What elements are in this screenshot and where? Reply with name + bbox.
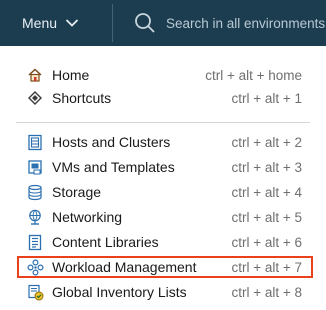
menu-item-label: Storage	[52, 184, 102, 200]
menu-item-label: VMs and Templates	[52, 159, 175, 175]
topbar-divider	[112, 4, 113, 42]
content-libraries-icon	[26, 233, 44, 251]
menu-item-shortcuts[interactable]: Shortcuts ctrl + alt + 1	[0, 86, 326, 110]
storage-icon	[26, 183, 44, 201]
workload-management-icon	[26, 258, 44, 276]
menu-label: Menu	[22, 15, 58, 31]
global-search-field[interactable]: Search in all environments	[134, 10, 325, 36]
global-inventory-icon	[26, 283, 44, 301]
menu-item-shortcut: ctrl + alt + 7	[231, 259, 302, 275]
menu-item-shortcut: ctrl + alt + 8	[231, 284, 302, 300]
menu-item-label: Content Libraries	[52, 234, 159, 250]
top-navigation-bar: Menu Search in all environments	[0, 0, 326, 46]
home-icon	[26, 66, 44, 84]
menu-item-label: Workload Management	[52, 259, 197, 275]
main-menu-dropdown: Home ctrl + alt + home Shortcuts ctrl + …	[0, 46, 326, 310]
menu-item-label: Global Inventory Lists	[52, 284, 187, 300]
menu-item-label: Hosts and Clusters	[52, 134, 171, 150]
menu-item-label: Networking	[52, 209, 123, 225]
menu-separator	[16, 122, 310, 123]
menu-item-shortcut: ctrl + alt + 3	[231, 159, 302, 175]
menu-item-networking[interactable]: Networking ctrl + alt + 5	[0, 205, 326, 229]
menu-item-home[interactable]: Home ctrl + alt + home	[0, 63, 326, 87]
menu-item-shortcut: ctrl + alt + home	[205, 67, 302, 83]
menu-item-hosts-and-clusters[interactable]: Hosts and Clusters ctrl + alt + 2	[0, 130, 326, 154]
menu-item-vms-and-templates[interactable]: VMs and Templates ctrl + alt + 3	[0, 155, 326, 179]
menu-item-label: Home	[52, 67, 90, 83]
menu-item-shortcut: ctrl + alt + 4	[231, 184, 302, 200]
chevron-down-icon	[65, 18, 79, 28]
vms-templates-icon	[26, 158, 44, 176]
hosts-clusters-icon	[26, 133, 44, 151]
menu-item-shortcut: ctrl + alt + 5	[231, 209, 302, 225]
menu-item-global-inventory-lists[interactable]: Global Inventory Lists ctrl + alt + 8	[0, 280, 326, 304]
shortcuts-icon	[26, 89, 44, 107]
menu-item-shortcut: ctrl + alt + 6	[231, 234, 302, 250]
menu-item-shortcut: ctrl + alt + 2	[231, 134, 302, 150]
menu-button[interactable]: Menu	[22, 10, 79, 36]
menu-item-content-libraries[interactable]: Content Libraries ctrl + alt + 6	[0, 230, 326, 254]
menu-item-label: Shortcuts	[52, 90, 112, 106]
search-icon	[134, 12, 156, 34]
menu-item-shortcut: ctrl + alt + 1	[231, 90, 302, 106]
menu-item-storage[interactable]: Storage ctrl + alt + 4	[0, 180, 326, 204]
menu-item-workload-management[interactable]: Workload Management ctrl + alt + 7	[0, 255, 326, 279]
search-placeholder: Search in all environments	[166, 15, 326, 31]
networking-icon	[26, 208, 44, 226]
